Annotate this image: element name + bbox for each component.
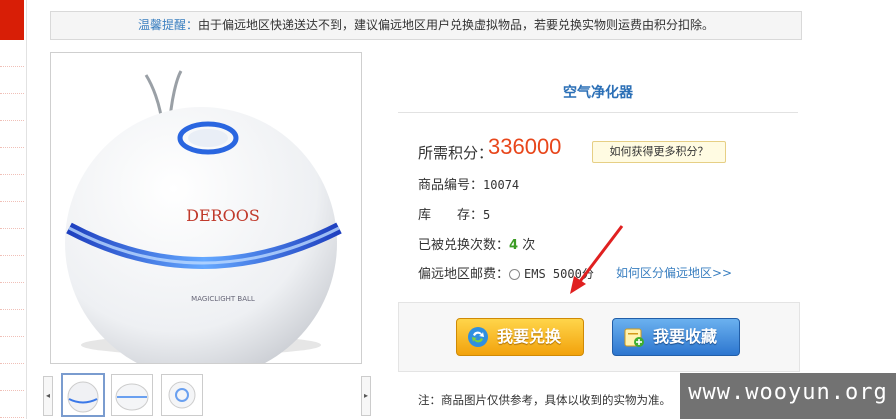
- notice-label: 温馨提醒：: [137, 18, 198, 32]
- thumb-ball-top-icon: [168, 381, 196, 409]
- points-value: 336000: [488, 134, 562, 159]
- thumbnail-3[interactable]: [161, 374, 203, 416]
- stock-label: 库 存：: [418, 208, 484, 223]
- remote-shipping-label: 偏远地区邮费：: [418, 267, 510, 282]
- notice-text: 由于偏远地区快递送达不到，建议偏远地区用户兑换虚拟物品，若要兑换实物则运费由积分…: [198, 18, 715, 32]
- remote-region-link[interactable]: 如何区分偏远地区>>: [616, 264, 732, 281]
- air-purifier-image: DEROOS MAGICLIGHT BALL: [65, 70, 342, 363]
- product-code-row: 商品编号：10074: [418, 174, 519, 193]
- product-title: 空气净化器: [398, 78, 798, 113]
- exchange-button[interactable]: 我要兑换: [456, 318, 584, 356]
- thumb-ball-side-icon: [115, 383, 149, 411]
- favorite-button-label: 我要收藏: [653, 327, 718, 346]
- product-code-label: 商品编号：: [418, 178, 484, 193]
- left-sidebar-edge: [0, 0, 27, 419]
- brand-logo: DEROOS: [186, 206, 260, 225]
- exchange-count-unit: 次: [522, 238, 536, 253]
- stock-row: 库 存：5: [418, 204, 490, 223]
- exchange-icon: [468, 327, 488, 347]
- product-image: DEROOS MAGICLIGHT BALL: [50, 52, 362, 364]
- model-logo: MAGICLIGHT BALL: [191, 295, 255, 303]
- exchange-count-row: 已被兑换次数：4 次: [418, 234, 535, 253]
- favorite-add-icon: [624, 328, 644, 347]
- thumb-next-button[interactable]: ▸: [361, 376, 371, 416]
- how-to-earn-points-link[interactable]: 如何获得更多积分？: [592, 141, 726, 163]
- image-disclaimer: 注：商品图片仅供参考，具体以收到的实物为准。: [418, 393, 671, 407]
- red-arrow-annotation: [570, 225, 624, 294]
- exchange-count-label: 已被兑换次数：: [418, 238, 510, 253]
- exchange-button-label: 我要兑换: [497, 327, 562, 346]
- thumb-ball-icon: [67, 381, 99, 413]
- stock-value: 5: [483, 208, 491, 222]
- thumbnail-strip: ◂ ▸: [43, 373, 371, 419]
- shipping-notice: 温馨提醒：由于偏远地区快递送达不到，建议偏远地区用户兑换虚拟物品，若要兑换实物则…: [50, 11, 802, 40]
- thumbnail-1[interactable]: [61, 373, 105, 417]
- thumb-prev-button[interactable]: ◂: [43, 376, 53, 416]
- favorite-button[interactable]: 我要收藏: [612, 318, 740, 356]
- product-code-value: 10074: [483, 178, 520, 192]
- sidebar-red-header: [0, 0, 24, 40]
- ems-radio[interactable]: [509, 269, 521, 280]
- exchange-count-value: 4: [509, 238, 519, 253]
- sidebar-rows: [0, 40, 24, 418]
- watermark: www.wooyun.org: [680, 373, 896, 419]
- points-label: 所需积分：: [418, 144, 494, 162]
- thumbnail-2[interactable]: [111, 374, 153, 416]
